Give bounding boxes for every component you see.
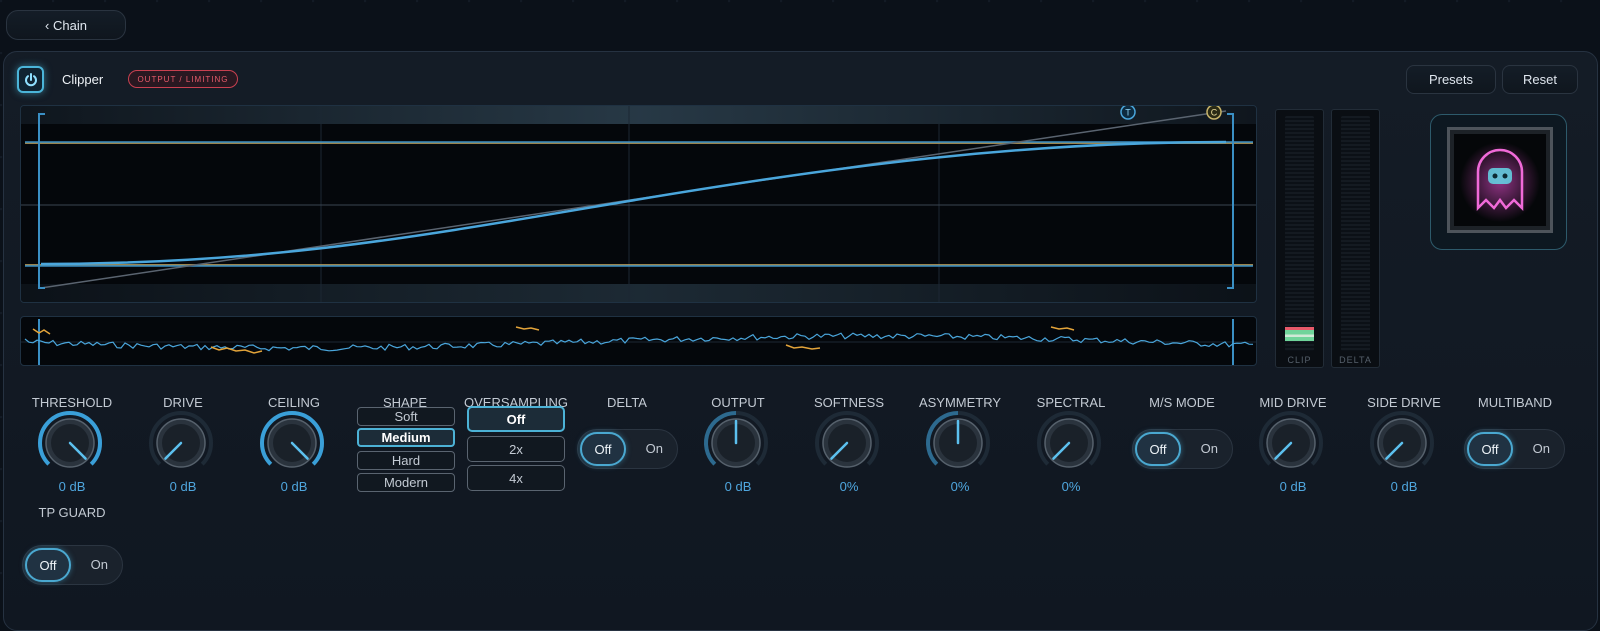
clip-meter-label: CLIP	[1287, 355, 1312, 365]
oversampling-option-2x[interactable]: 2x	[467, 436, 565, 462]
asymmetry-label: ASYMMETRY	[918, 395, 1002, 410]
tp-guard-off-option[interactable]: Off	[25, 548, 71, 582]
threshold-label: THRESHOLD	[31, 395, 113, 410]
multiband-toggle[interactable]: Off On	[1464, 429, 1565, 469]
ms-mode-on-option[interactable]: On	[1201, 441, 1218, 456]
power-button[interactable]	[17, 66, 44, 93]
shape-option-soft[interactable]: Soft	[357, 407, 455, 426]
drive-value: 0 dB	[169, 479, 197, 494]
mid-drive-label: MID DRIVE	[1259, 395, 1327, 410]
delta-meter: DELTA	[1331, 109, 1380, 368]
reset-button[interactable]: Reset	[1502, 65, 1578, 94]
threshold-value: 0 dB	[58, 479, 86, 494]
spectral-knob[interactable]	[1035, 409, 1103, 482]
shape-option-hard[interactable]: Hard	[357, 451, 455, 470]
spectral-label: SPECTRAL	[1036, 395, 1106, 410]
plugin-title: Clipper	[62, 72, 104, 87]
spectral-value: 0%	[1061, 479, 1081, 494]
ceiling-label: CEILING	[267, 395, 320, 410]
side-drive-value: 0 dB	[1390, 479, 1418, 494]
ms-mode-off-option[interactable]: Off	[1135, 432, 1181, 466]
ceiling-knob[interactable]	[258, 409, 326, 482]
asymmetry-knob[interactable]	[924, 409, 992, 482]
output-knob[interactable]	[702, 409, 770, 482]
mid-drive-value: 0 dB	[1279, 479, 1307, 494]
tp-guard-toggle[interactable]: Off On	[22, 545, 123, 585]
drive-knob[interactable]	[147, 409, 215, 482]
asymmetry-value: 0%	[950, 479, 970, 494]
delta-label: DELTA	[607, 395, 647, 410]
softness-value: 0%	[839, 479, 859, 494]
back-to-chain-button[interactable]: ‹ Chain	[6, 10, 126, 40]
tp-guard-label: TP GUARD	[38, 505, 106, 520]
softness-label: SOFTNESS	[813, 395, 885, 410]
output-value: 0 dB	[724, 479, 752, 494]
transfer-curve	[40, 140, 1227, 266]
character-art-frame	[1430, 114, 1567, 250]
clip-meter-level	[1285, 327, 1314, 341]
power-icon	[24, 72, 37, 86]
multiband-label: MULTIBAND	[1477, 395, 1553, 410]
category-badge: OUTPUT / LIMITING	[128, 70, 238, 88]
threshold-handle-icon: T	[1120, 106, 1136, 120]
delta-meter-label: DELTA	[1339, 355, 1372, 365]
shape-option-modern[interactable]: Modern	[357, 473, 455, 492]
tp-guard-on-option[interactable]: On	[91, 557, 108, 572]
ms-mode-label: M/S MODE	[1149, 395, 1215, 410]
presets-button[interactable]: Presets	[1406, 65, 1496, 94]
ceiling-value: 0 dB	[280, 479, 308, 494]
side-drive-knob[interactable]	[1368, 409, 1436, 482]
ceiling-handle-icon: C	[1206, 106, 1222, 120]
delta-off-option[interactable]: Off	[580, 432, 626, 466]
output-label: OUTPUT	[711, 395, 765, 410]
side-drive-label: SIDE DRIVE	[1367, 395, 1441, 410]
shape-option-medium[interactable]: Medium	[357, 428, 455, 447]
clip-meter: CLIP	[1275, 109, 1324, 368]
transfer-curve-display[interactable]: T C	[20, 105, 1257, 303]
delta-on-option[interactable]: On	[646, 441, 663, 456]
svg-text:T: T	[1125, 108, 1131, 118]
waveform-display	[20, 316, 1257, 366]
ms-mode-toggle[interactable]: Off On	[1132, 429, 1233, 469]
softness-knob[interactable]	[813, 409, 881, 482]
drive-label: DRIVE	[163, 395, 203, 410]
multiband-off-option[interactable]: Off	[1467, 432, 1513, 466]
mid-drive-knob[interactable]	[1257, 409, 1325, 482]
ghost-mascot-icon	[1460, 142, 1540, 222]
multiband-on-option[interactable]: On	[1533, 441, 1550, 456]
svg-text:C: C	[1211, 108, 1218, 118]
oversampling-option-4x[interactable]: 4x	[467, 465, 565, 491]
threshold-knob[interactable]	[36, 409, 104, 482]
oversampling-option-off[interactable]: Off	[467, 406, 565, 432]
delta-toggle[interactable]: Off On	[577, 429, 678, 469]
